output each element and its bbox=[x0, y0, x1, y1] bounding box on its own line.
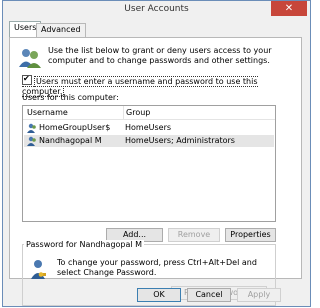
column-divider[interactable] bbox=[123, 106, 124, 119]
group-cell: HomeUsers bbox=[125, 123, 172, 132]
properties-button[interactable]: Properties bbox=[225, 228, 276, 242]
tab-advanced[interactable]: Advanced bbox=[36, 23, 86, 37]
user-accounts-dialog: User Accounts ✕ Users Advanced Use the l… bbox=[2, 0, 311, 307]
list-item[interactable]: Nandhagopal M HomeUsers; Administrators bbox=[24, 135, 274, 147]
list-header: Username Group bbox=[23, 106, 275, 120]
list-item[interactable]: HomeGroupUser$ HomeUsers bbox=[24, 122, 274, 134]
username-cell: HomeGroupUser$ bbox=[39, 123, 111, 132]
username-cell: Nandhagopal M bbox=[39, 136, 102, 145]
users-list[interactable]: Username Group HomeGroupUser$ HomeUsers … bbox=[22, 105, 276, 222]
column-username[interactable]: Username bbox=[27, 108, 68, 117]
user-icon bbox=[27, 136, 36, 146]
apply-button[interactable]: Apply bbox=[237, 288, 281, 302]
password-group-title: Password for Nandhagopal M bbox=[24, 240, 145, 249]
title-bar[interactable]: User Accounts ✕ bbox=[3, 1, 310, 19]
password-instructions: To change your password, press Ctrl+Alt+… bbox=[57, 258, 257, 277]
checkbox-check[interactable] bbox=[22, 74, 32, 85]
column-group[interactable]: Group bbox=[126, 108, 150, 117]
user-key-icon bbox=[31, 260, 46, 279]
users-tab-panel: Use the list below to grant or deny user… bbox=[9, 37, 302, 306]
group-cell: HomeUsers; Administrators bbox=[125, 136, 235, 145]
users-list-label: Users for this computer: bbox=[22, 93, 119, 102]
ok-button[interactable]: OK bbox=[137, 288, 181, 302]
intro-text: Use the list below to grant or deny user… bbox=[48, 46, 272, 65]
users-icon bbox=[19, 49, 41, 68]
close-button[interactable]: ✕ bbox=[271, 1, 307, 16]
window-title: User Accounts bbox=[124, 4, 189, 14]
cancel-button[interactable]: Cancel bbox=[187, 288, 231, 302]
user-icon bbox=[27, 123, 36, 133]
remove-button[interactable]: Remove bbox=[168, 228, 220, 242]
